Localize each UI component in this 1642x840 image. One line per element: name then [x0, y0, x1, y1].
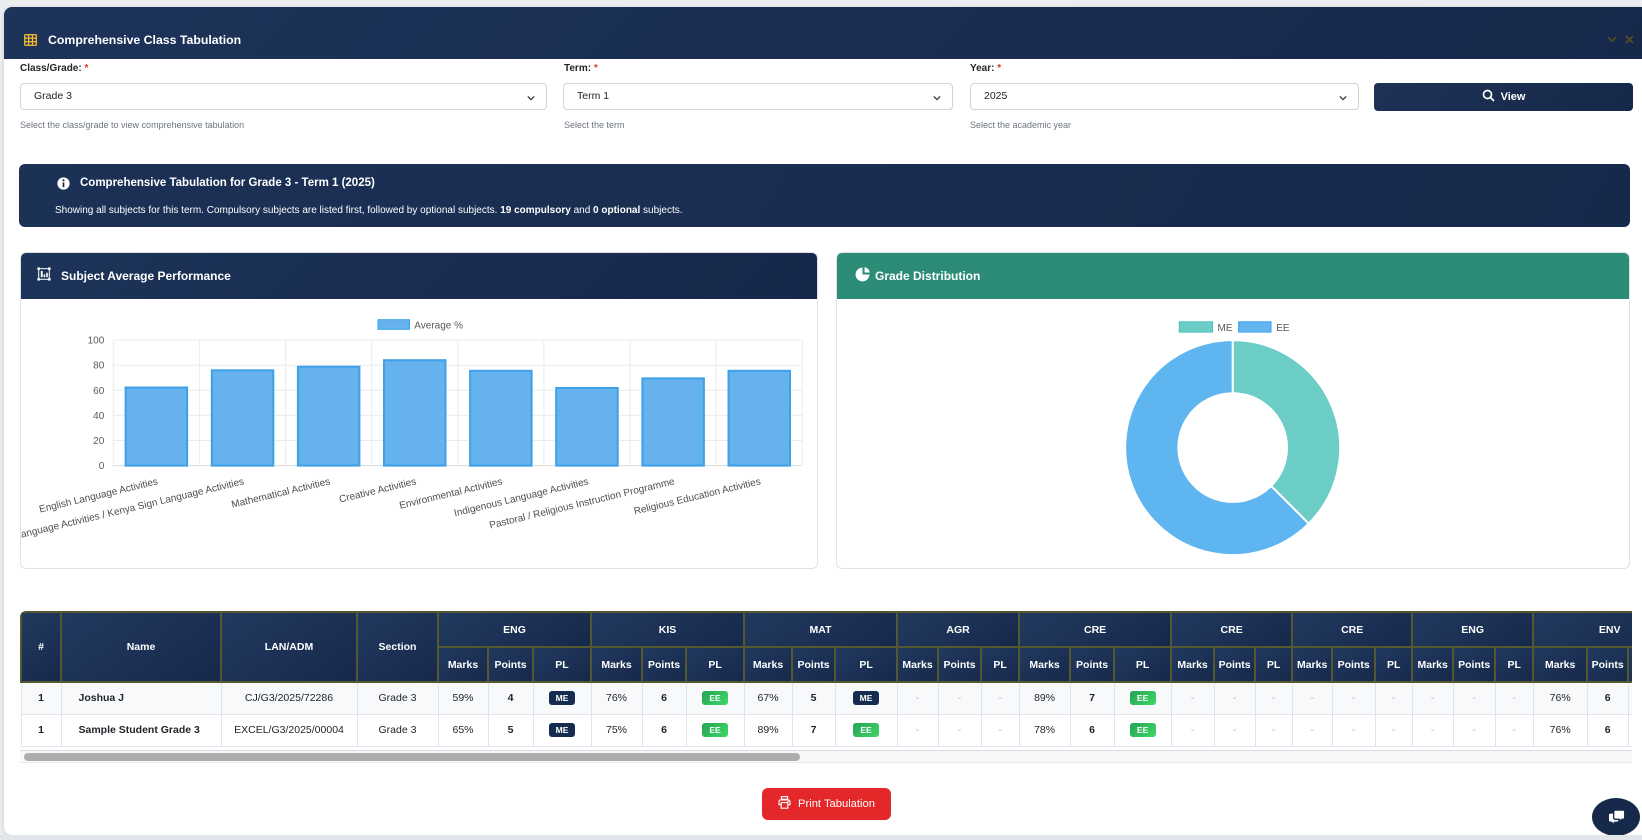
svg-text:ME: ME: [1218, 323, 1233, 334]
svg-text:0: 0: [99, 461, 105, 472]
svg-text:40: 40: [93, 411, 105, 422]
svg-text:100: 100: [88, 336, 105, 347]
svg-text:80: 80: [93, 361, 105, 372]
svg-text:60: 60: [93, 386, 105, 397]
svg-text:Average %: Average %: [414, 320, 463, 331]
svg-text:Mathematical Activities: Mathematical Activities: [230, 476, 331, 510]
svg-text:20: 20: [93, 436, 105, 447]
svg-text:EE: EE: [1276, 323, 1290, 334]
